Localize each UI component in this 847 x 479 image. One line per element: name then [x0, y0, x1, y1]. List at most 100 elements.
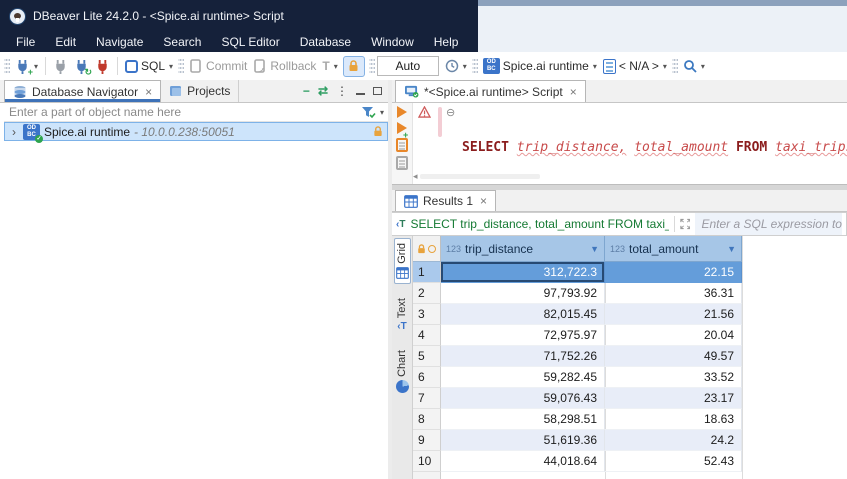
- cell-total-amount[interactable]: 49.57: [605, 346, 742, 367]
- dropdown-arrow-icon[interactable]: ▾: [34, 62, 38, 71]
- connection-lock-toggle[interactable]: [343, 56, 365, 77]
- execute-statement-icon[interactable]: [397, 106, 407, 118]
- close-icon[interactable]: ×: [480, 194, 487, 208]
- view-menu-icon[interactable]: ⋮: [336, 84, 348, 98]
- search-button[interactable]: ▾: [680, 57, 708, 75]
- table-row[interactable]: 2 97,793.92 36.31: [413, 283, 847, 304]
- tab-results-1[interactable]: Results 1 ×: [395, 190, 496, 211]
- cell-trip-distance[interactable]: 59,282.45: [441, 367, 605, 388]
- dropdown-arrow-icon[interactable]: ▾: [380, 108, 384, 117]
- close-icon[interactable]: ×: [570, 85, 577, 99]
- table-row[interactable]: 3 82,015.45 21.56: [413, 304, 847, 325]
- menu-file[interactable]: File: [6, 33, 45, 51]
- cell-trip-distance[interactable]: 71,752.26: [441, 346, 605, 367]
- tab-projects[interactable]: Projects: [161, 80, 239, 102]
- column-header-total-amount[interactable]: 123 total_amount ▼: [605, 236, 742, 262]
- row-number[interactable]: 6: [413, 367, 441, 388]
- dropdown-arrow-icon[interactable]: ▾: [169, 62, 173, 71]
- table-row[interactable]: 5 71,752.26 49.57: [413, 346, 847, 367]
- menu-help[interactable]: Help: [424, 33, 469, 51]
- tab-database-navigator[interactable]: Database Navigator ×: [4, 80, 161, 102]
- connect-button[interactable]: [50, 57, 71, 76]
- table-row[interactable]: 8 58,298.51 18.63: [413, 409, 847, 430]
- cell-total-amount[interactable]: 24.2: [605, 430, 742, 451]
- table-row[interactable]: 6 59,282.45 33.52: [413, 367, 847, 388]
- table-row[interactable]: 1 312,722.3 22.15: [413, 262, 847, 283]
- collapse-all-icon[interactable]: −: [303, 84, 310, 98]
- cell-total-amount[interactable]: 33.52: [605, 367, 742, 388]
- maximize-icon[interactable]: [373, 87, 382, 95]
- script-management-icon[interactable]: [396, 156, 408, 170]
- cell-total-amount[interactable]: 52.43: [605, 451, 742, 472]
- scrollbar-track[interactable]: [420, 174, 540, 179]
- table-row[interactable]: 4 72,975.97 20.04: [413, 325, 847, 346]
- cell-total-amount[interactable]: 20.04: [605, 325, 742, 346]
- row-number[interactable]: 9: [413, 430, 441, 451]
- tab-sql-script[interactable]: *<Spice.ai runtime> Script ×: [395, 80, 586, 102]
- cell-total-amount[interactable]: 18.63: [605, 409, 742, 430]
- cell-total-amount[interactable]: 23.17: [605, 388, 742, 409]
- table-row[interactable]: 10 44,018.64 52.43: [413, 451, 847, 472]
- cell-trip-distance[interactable]: 82,015.45: [441, 304, 605, 325]
- link-with-editor-icon[interactable]: ⇄: [318, 84, 328, 98]
- commit-mode-box[interactable]: Auto: [377, 56, 439, 76]
- row-number[interactable]: 5: [413, 346, 441, 367]
- active-database-selector[interactable]: < N/A > ▾: [600, 57, 670, 76]
- minimize-icon[interactable]: [356, 88, 365, 95]
- grid-corner-cell[interactable]: [413, 236, 441, 262]
- row-number[interactable]: 2: [413, 283, 441, 304]
- sql-editor-button[interactable]: SQL ▾: [122, 57, 176, 75]
- transaction-log-button[interactable]: ▾: [442, 57, 470, 75]
- execute-script-icon[interactable]: [396, 138, 408, 152]
- sql-editor[interactable]: + ⊖ SELECT trip_distance, total_amount F…: [392, 103, 847, 184]
- menu-database[interactable]: Database: [290, 33, 361, 51]
- row-number[interactable]: 10: [413, 451, 441, 472]
- row-number[interactable]: 7: [413, 388, 441, 409]
- menu-search[interactable]: Search: [153, 33, 211, 51]
- menu-window[interactable]: Window: [361, 33, 424, 51]
- cell-trip-distance[interactable]: 97,793.92: [441, 283, 605, 304]
- execute-new-tab-icon[interactable]: +: [397, 122, 407, 134]
- dropdown-arrow-icon[interactable]: ▾: [463, 62, 467, 71]
- dropdown-arrow-icon[interactable]: ▾: [593, 62, 597, 71]
- active-connection-selector[interactable]: OD BC Spice.ai runtime ▾: [480, 56, 600, 76]
- expand-filter-icon[interactable]: [680, 218, 691, 230]
- cell-trip-distance[interactable]: 51,619.36: [441, 430, 605, 451]
- scroll-left-icon[interactable]: ◂: [413, 171, 418, 182]
- view-tab-chart[interactable]: Chart: [395, 346, 410, 397]
- cell-total-amount[interactable]: 21.56: [605, 304, 742, 325]
- disconnect-button[interactable]: [92, 57, 113, 76]
- close-icon[interactable]: ×: [145, 85, 152, 99]
- object-filter-input[interactable]: [4, 105, 361, 119]
- rollback-button[interactable]: Rollback: [250, 57, 319, 75]
- editor-horizontal-scrollbar[interactable]: ◂: [413, 171, 847, 182]
- dropdown-arrow-icon[interactable]: ▾: [663, 62, 667, 71]
- new-connection-button[interactable]: + ▾: [12, 57, 41, 76]
- filter-funnel-icon[interactable]: [361, 106, 376, 119]
- row-number[interactable]: 3: [413, 304, 441, 325]
- reconnect-button[interactable]: ↻: [71, 57, 92, 76]
- expand-chevron-icon[interactable]: ›: [9, 125, 19, 139]
- row-number[interactable]: 1: [413, 262, 441, 283]
- fold-collapse-icon[interactable]: ⊖: [446, 106, 455, 119]
- cell-trip-distance[interactable]: 44,018.64: [441, 451, 605, 472]
- dropdown-arrow-icon[interactable]: ▾: [701, 62, 705, 71]
- cell-trip-distance[interactable]: 59,076.43: [441, 388, 605, 409]
- column-header-trip-distance[interactable]: 123 trip_distance ▼: [441, 236, 605, 262]
- menu-edit[interactable]: Edit: [45, 33, 86, 51]
- sort-arrow-icon[interactable]: ▼: [590, 244, 599, 254]
- row-number[interactable]: 4: [413, 325, 441, 346]
- view-tab-grid[interactable]: Grid: [394, 238, 411, 284]
- transaction-mode-button[interactable]: T ▾: [319, 57, 340, 75]
- dropdown-arrow-icon[interactable]: ▾: [334, 62, 338, 71]
- view-tab-text[interactable]: Text ‹T: [395, 294, 409, 336]
- cell-trip-distance[interactable]: 58,298.51: [441, 409, 605, 430]
- tree-item-connection[interactable]: › OD BC ✓ Spice.ai runtime - 10.0.0.238:…: [4, 122, 388, 141]
- table-row[interactable]: 7 59,076.43 23.17: [413, 388, 847, 409]
- cell-total-amount[interactable]: 22.15: [605, 262, 742, 283]
- menu-sql-editor[interactable]: SQL Editor: [211, 33, 289, 51]
- cell-total-amount[interactable]: 36.31: [605, 283, 742, 304]
- table-row[interactable]: 9 51,619.36 24.2: [413, 430, 847, 451]
- sort-arrow-icon[interactable]: ▼: [727, 244, 736, 254]
- cell-trip-distance[interactable]: 312,722.3: [441, 262, 605, 283]
